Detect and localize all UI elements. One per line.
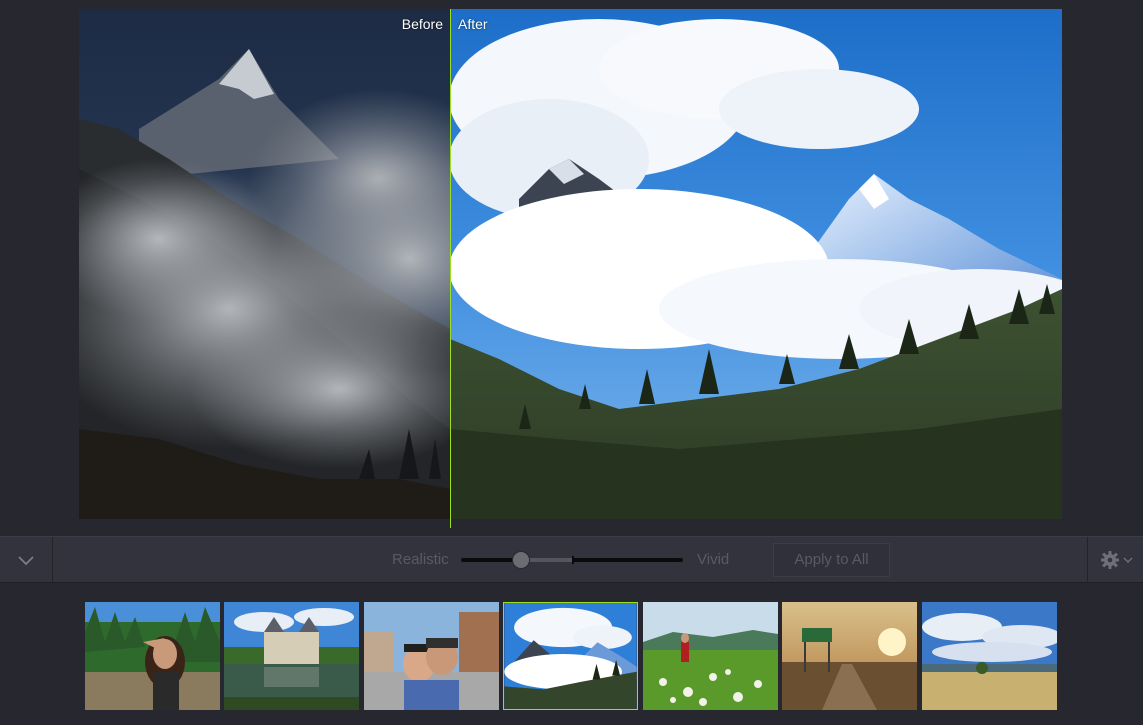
- vivid-label: Vivid: [697, 551, 730, 568]
- apply-to-all-button[interactable]: Apply to All: [773, 543, 890, 577]
- before-image: [79, 9, 450, 519]
- thumbnail-chateau-by-lake[interactable]: [224, 602, 359, 710]
- chevron-down-icon: [1123, 557, 1132, 563]
- thumbnail-meadow-hiker[interactable]: [643, 602, 778, 710]
- photo-editor-app: Before After Realistic Vivid Apply to Al…: [0, 0, 1143, 725]
- before-label: Before: [401, 16, 443, 32]
- thumbnail-road-sign-sunset[interactable]: [782, 602, 917, 710]
- after-label: After: [458, 16, 488, 32]
- split-handle[interactable]: [450, 9, 451, 528]
- thumbnail-mountain-clouds[interactable]: [503, 602, 638, 710]
- slider-center-tick: [572, 556, 574, 564]
- thumbnail-couple-selfie[interactable]: [364, 602, 499, 710]
- slider-thumb[interactable]: [513, 552, 529, 568]
- filmstrip: [0, 583, 1143, 725]
- settings-button[interactable]: [1087, 537, 1143, 583]
- strength-slider[interactable]: [461, 551, 683, 569]
- comparison-image[interactable]: [79, 9, 1062, 519]
- thumbnail-woman-portrait[interactable]: [85, 602, 220, 710]
- after-image: [450, 9, 1062, 519]
- chevron-down-icon: [18, 556, 34, 566]
- control-bar: Realistic Vivid Apply to All: [0, 536, 1143, 583]
- thumbnail-grassland-sky[interactable]: [922, 602, 1057, 710]
- collapse-button[interactable]: [0, 537, 53, 583]
- gear-icon: [1100, 551, 1119, 569]
- realistic-label: Realistic: [392, 551, 449, 568]
